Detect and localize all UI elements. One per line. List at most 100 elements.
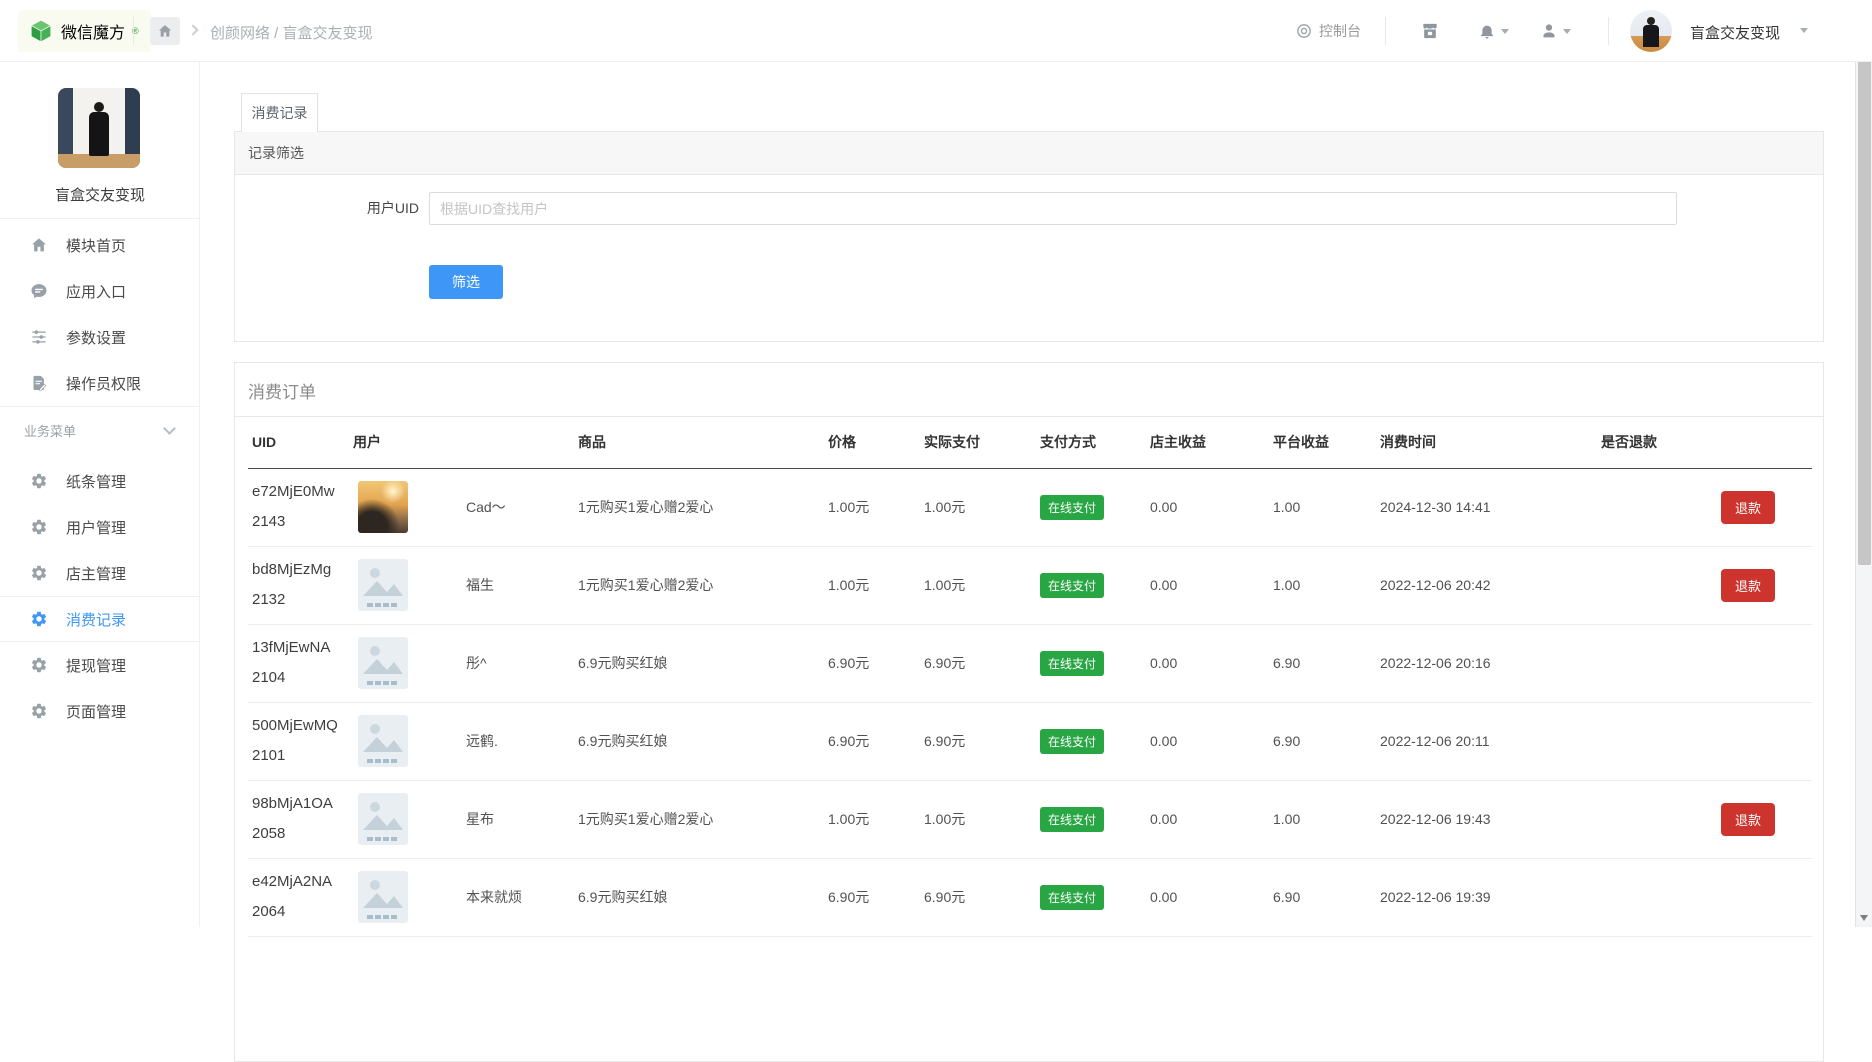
user-avatar-placeholder: [358, 871, 408, 923]
payment-badge: 在线支付: [1040, 573, 1104, 598]
shop-icon: [1420, 21, 1440, 41]
sidebar-item-label: 纸条管理: [66, 471, 126, 492]
user-name: 福生: [466, 575, 494, 595]
col-time: 消费时间: [1380, 417, 1601, 468]
header-divider: [1608, 17, 1609, 45]
person-icon: [1540, 22, 1558, 40]
table-header-row: UID 用户 商品 价格 实际支付 支付方式 店主收益 平台收益 消费时间 是否…: [248, 417, 1812, 468]
section-label: 业务菜单: [24, 421, 76, 440]
order-uid-num: 2132: [252, 585, 353, 615]
order-product: 1元购买1爱心赠2爱心: [578, 546, 828, 624]
sidebar-item-parameters[interactable]: 参数设置: [0, 314, 200, 360]
order-product: 1元购买1爱心赠2爱心: [578, 780, 828, 858]
owner-income: 0.00: [1150, 546, 1273, 624]
sidebar-item-operator-permissions[interactable]: 操作员权限: [0, 360, 200, 406]
chevron-down-icon: [1501, 29, 1509, 34]
col-platform-income: 平台收益: [1273, 417, 1380, 468]
console-link[interactable]: 控制台: [1295, 0, 1361, 62]
breadcrumb-home-button[interactable]: [150, 17, 180, 45]
gear-icon: [30, 518, 48, 536]
logo-text: 微信魔方: [61, 19, 125, 43]
order-time: 2024-12-30 14:41: [1380, 468, 1601, 546]
filter-submit-button[interactable]: 筛选: [429, 265, 503, 299]
order-uid-num: 2104: [252, 663, 353, 693]
app-logo[interactable]: 微信魔方®: [18, 10, 151, 52]
gear-icon: [30, 610, 48, 628]
user-menu-button[interactable]: [1540, 0, 1571, 62]
user-name: 本来就烦: [466, 887, 522, 907]
sidebar-section-business-menu[interactable]: 业务菜单: [0, 408, 200, 452]
top-header: 微信魔方® 创颜网络 / 盲盒交友变现 控制台 盲盒交友变现: [0, 0, 1872, 62]
sidebar-item-module-home[interactable]: 模块首页: [0, 222, 200, 268]
order-price: 1.00元: [828, 780, 924, 858]
order-product: 6.9元购买红娘: [578, 624, 828, 702]
col-price: 价格: [828, 417, 924, 468]
order-product: 6.9元购买红娘: [578, 702, 828, 780]
account-avatar[interactable]: [1630, 10, 1672, 52]
owner-income: 0.00: [1150, 468, 1273, 546]
platform-income: 1.00: [1273, 546, 1380, 624]
page-scrollbar[interactable]: [1855, 0, 1872, 927]
tab-consumption-records[interactable]: 消费记录: [241, 93, 318, 132]
order-time: 2022-12-06 20:16: [1380, 624, 1601, 702]
order-uid-num: 2064: [252, 897, 353, 927]
refund-button[interactable]: 退款: [1721, 491, 1775, 524]
chevron-down-icon: [1563, 29, 1571, 34]
sidebar-item-consumption-records[interactable]: 消费记录: [0, 596, 200, 642]
user-name: 星布: [466, 809, 494, 829]
order-price: 1.00元: [828, 468, 924, 546]
order-time: 2022-12-06 19:39: [1380, 858, 1601, 936]
document-edit-icon: [30, 374, 48, 392]
sidebar-item-label: 应用入口: [66, 281, 126, 302]
refund-button[interactable]: 退款: [1721, 803, 1775, 836]
user-avatar-placeholder: [358, 793, 408, 845]
order-price: 6.90元: [828, 858, 924, 936]
order-uid-num: 2143: [252, 507, 353, 537]
filter-panel-title: 记录筛选: [235, 132, 1823, 175]
orders-title: 消费订单: [235, 363, 1823, 417]
sidebar-item-page-management[interactable]: 页面管理: [0, 688, 200, 734]
order-time: 2022-12-06 20:42: [1380, 546, 1601, 624]
order-paid: 1.00元: [924, 468, 1040, 546]
table-row: 500MjEwMQ 2101 远鹤. 6.9元购买红娘 6.90元 6.90元 …: [248, 702, 1812, 780]
platform-income: 6.90: [1273, 702, 1380, 780]
refund-button[interactable]: 退款: [1721, 569, 1775, 602]
home-icon: [157, 23, 173, 39]
user-avatar-placeholder: [358, 715, 408, 767]
sidebar-item-label: 消费记录: [66, 609, 126, 630]
order-paid: 6.90元: [924, 702, 1040, 780]
sidebar-item-user-management[interactable]: 用户管理: [0, 504, 200, 550]
account-name[interactable]: 盲盒交友变现: [1690, 22, 1780, 43]
sidebar-item-app-entry[interactable]: 应用入口: [0, 268, 200, 314]
sidebar-item-withdrawal-management[interactable]: 提现管理: [0, 642, 200, 688]
sidebar-item-notes-management[interactable]: 纸条管理: [0, 458, 200, 504]
scrollbar-thumb[interactable]: [1858, 22, 1871, 565]
sidebar-item-shopowner-management[interactable]: 店主管理: [0, 550, 200, 596]
platform-income: 6.90: [1273, 858, 1380, 936]
user-avatar-photo: [358, 481, 408, 533]
module-name: 盲盒交友变现: [0, 184, 200, 205]
gear-icon: [30, 564, 48, 582]
table-row: e42MjA2NA 2064 本来就烦 6.9元购买红娘 6.90元 6.90元…: [248, 858, 1812, 936]
account-chevron-down-icon[interactable]: [1800, 28, 1808, 33]
uid-input[interactable]: [429, 192, 1677, 225]
col-actual-paid: 实际支付: [924, 417, 1040, 468]
col-user: 用户: [353, 417, 578, 468]
order-product: 1元购买1爱心赠2爱心: [578, 468, 828, 546]
order-price: 6.90元: [828, 702, 924, 780]
notifications-button[interactable]: [1478, 0, 1509, 62]
gear-icon: [30, 472, 48, 490]
payment-badge: 在线支付: [1040, 807, 1104, 832]
scroll-down-arrow[interactable]: [1860, 915, 1868, 921]
shop-button[interactable]: [1420, 0, 1440, 62]
platform-income: 1.00: [1273, 780, 1380, 858]
order-uid-hash: e72MjE0Mw: [252, 477, 353, 507]
uid-label: 用户UID: [335, 192, 419, 225]
payment-badge: 在线支付: [1040, 495, 1104, 520]
console-target-icon: [1295, 22, 1313, 40]
filter-panel: 记录筛选 用户UID 筛选: [234, 131, 1824, 342]
order-uid-hash: 98bMjA1OA: [252, 789, 353, 819]
order-uid-hash: e42MjA2NA: [252, 867, 353, 897]
user-name: Cad～: [466, 497, 506, 517]
order-time: 2022-12-06 19:43: [1380, 780, 1601, 858]
